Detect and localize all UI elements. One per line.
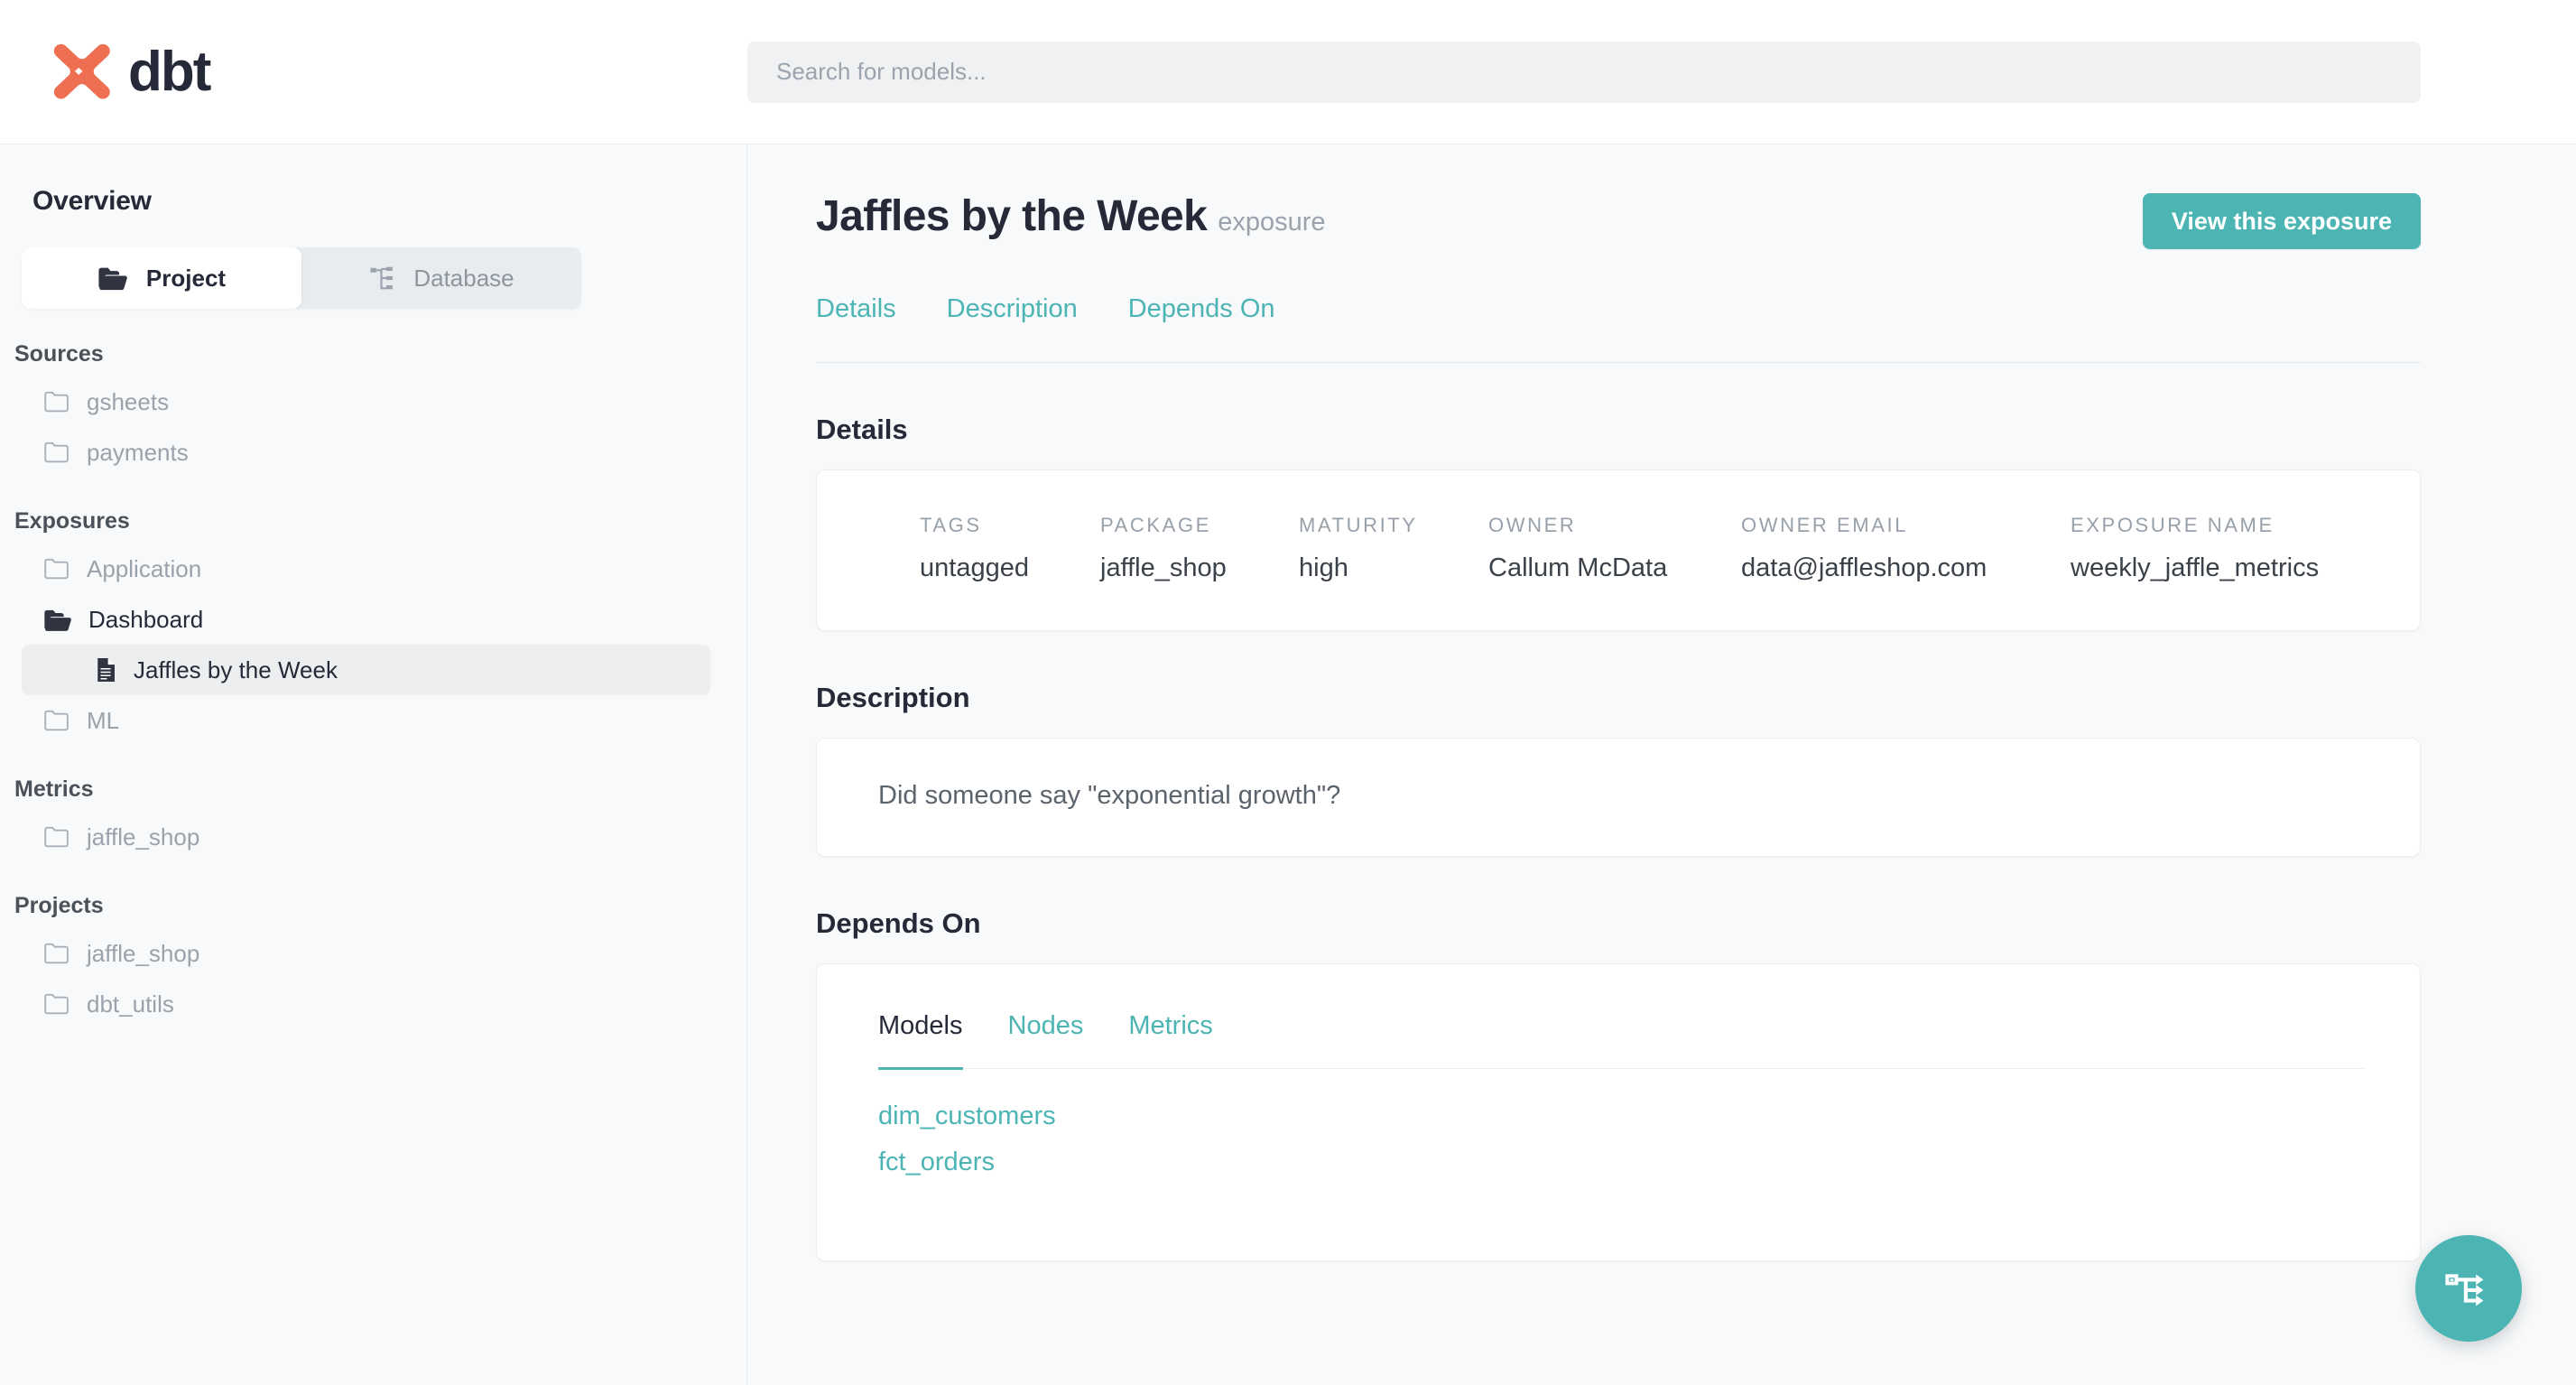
anchor-link-details[interactable]: Details — [816, 294, 896, 324]
dbt-docs-app: dbt Overview Project — [0, 0, 2576, 1385]
sidebar: Overview Project Database Sources gsheet… — [0, 144, 747, 1385]
detail-label: Exposure Name — [2071, 514, 2275, 536]
sidebar-item-label: Application — [87, 554, 202, 582]
page-title-kind: exposure — [1218, 208, 1326, 237]
sidebar-item-jaffles-by-the-week[interactable]: Jaffles by the Week — [22, 645, 710, 695]
detail-field-owner-email: Owner Email data@jaffleshop.com — [1741, 514, 2071, 583]
detail-value: high — [1299, 553, 1348, 582]
folder-open-icon — [98, 267, 127, 291]
sidebar-section-exposures: Exposures — [14, 508, 130, 534]
folder-closed-icon — [44, 442, 69, 463]
view-this-exposure-button[interactable]: View this exposure — [2142, 193, 2421, 249]
detail-value: weekly_jaffle_metrics — [2071, 553, 2320, 582]
detail-label: Owner Email — [1741, 514, 1909, 536]
main-content: Jaffles by the Week exposure View this ex… — [747, 144, 2576, 1385]
anchor-link-description[interactable]: Description — [947, 294, 1078, 324]
brand-logo[interactable]: dbt — [0, 40, 747, 105]
details-heading: Details — [816, 414, 908, 445]
sidebar-item-projects-jaffle-shop[interactable]: jaffle_shop — [0, 928, 725, 979]
depends-on-tabs: Models Nodes Metrics — [878, 1011, 2364, 1070]
sidebar-item-dbt-utils[interactable]: dbt_utils — [0, 979, 725, 1029]
page-title-text: Jaffles by the Week — [816, 192, 1208, 240]
detail-field-package: Package jaffle_shop — [1100, 514, 1299, 583]
toggle-project-label: Project — [145, 264, 227, 292]
description-heading: Description — [816, 682, 970, 713]
detail-label: Package — [1100, 514, 1211, 536]
folder-open-icon — [44, 609, 71, 631]
sidebar-item-application[interactable]: Application — [0, 544, 725, 594]
sidebar-section-projects: Projects — [14, 893, 104, 918]
sidebar-section-sources: Sources — [14, 341, 104, 367]
toggle-database-label: Database — [413, 264, 514, 292]
detail-value: jaffle_shop — [1100, 553, 1227, 582]
sidebar-item-label: payments — [87, 438, 189, 466]
search-container — [747, 41, 2576, 103]
detail-label: Tags — [920, 514, 982, 536]
folder-closed-icon — [44, 710, 69, 731]
toggle-project-button[interactable]: Project — [22, 247, 301, 309]
lineage-graph-button[interactable] — [2415, 1235, 2522, 1342]
toggle-database-button[interactable]: Database — [301, 247, 581, 309]
sidebar-item-payments[interactable]: payments — [0, 427, 725, 478]
sidebar-item-gsheets[interactable]: gsheets — [0, 376, 725, 427]
lineage-graph-icon — [2445, 1274, 2484, 1306]
model-link-fct-orders[interactable]: fct_orders — [878, 1149, 2364, 1176]
detail-label: Maturity — [1299, 514, 1418, 536]
search-input[interactable] — [747, 41, 2421, 103]
app-body: Overview Project Database Sources gsheet… — [0, 144, 2576, 1385]
sidebar-item-dashboard[interactable]: Dashboard — [0, 594, 725, 645]
project-database-toggle: Project Database — [22, 247, 581, 309]
detail-value: Callum McData — [1488, 553, 1668, 582]
description-text: Did someone say "exponential growth"? — [878, 780, 1341, 810]
folder-closed-icon — [44, 943, 69, 964]
detail-label: Owner — [1488, 514, 1577, 536]
page-title: Jaffles by the Week exposure — [816, 192, 1326, 241]
sidebar-item-label: jaffle_shop — [87, 823, 200, 851]
sidebar-title: Overview — [32, 186, 152, 216]
sidebar-item-label: Jaffles by the Week — [134, 655, 338, 683]
sidebar-item-label: dbt_utils — [87, 990, 174, 1018]
sidebar-item-label: gsheets — [87, 387, 170, 415]
sidebar-item-label: ML — [87, 706, 120, 734]
lineage-tree-icon — [370, 266, 394, 290]
detail-value: untagged — [920, 553, 1029, 582]
sidebar-item-label: jaffle_shop — [87, 939, 200, 967]
detail-field-tags: Tags untagged — [920, 514, 1100, 583]
depends-on-card: Models Nodes Metrics dim_customers fct_o… — [816, 963, 2421, 1261]
anchor-link-depends-on[interactable]: Depends On — [1128, 294, 1275, 324]
sidebar-item-ml[interactable]: ML — [0, 695, 725, 746]
details-card: Tags untagged Package jaffle_shop Maturi… — [816, 469, 2421, 631]
folder-closed-icon — [44, 993, 69, 1015]
description-card: Did someone say "exponential growth"? — [816, 738, 2421, 857]
folder-closed-icon — [44, 558, 69, 580]
detail-field-maturity: Maturity high — [1299, 514, 1488, 583]
sidebar-section-metrics: Metrics — [14, 776, 94, 802]
detail-value: data@jaffleshop.com — [1741, 553, 1988, 582]
tab-nodes[interactable]: Nodes — [1008, 1011, 1084, 1041]
page-header: Jaffles by the Week exposure View this ex… — [816, 192, 2421, 249]
sidebar-item-metrics-jaffle-shop[interactable]: jaffle_shop — [0, 812, 725, 862]
depends-on-heading: Depends On — [816, 907, 981, 939]
folder-closed-icon — [44, 826, 69, 848]
top-bar: dbt — [0, 0, 2576, 144]
detail-field-exposure-name: Exposure Name weekly_jaffle_metrics — [2071, 514, 2319, 583]
folder-closed-icon — [44, 391, 69, 413]
document-icon — [97, 658, 115, 682]
model-link-dim-customers[interactable]: dim_customers — [878, 1103, 2364, 1129]
tab-models[interactable]: Models — [878, 1011, 963, 1070]
detail-field-owner: Owner Callum McData — [1488, 514, 1741, 583]
dbt-logo-icon — [53, 43, 110, 99]
anchor-nav: Details Description Depends On — [816, 294, 2421, 363]
brand-name: dbt — [128, 40, 211, 103]
tab-metrics[interactable]: Metrics — [1128, 1011, 1212, 1041]
sidebar-item-label: Dashboard — [88, 605, 204, 633]
